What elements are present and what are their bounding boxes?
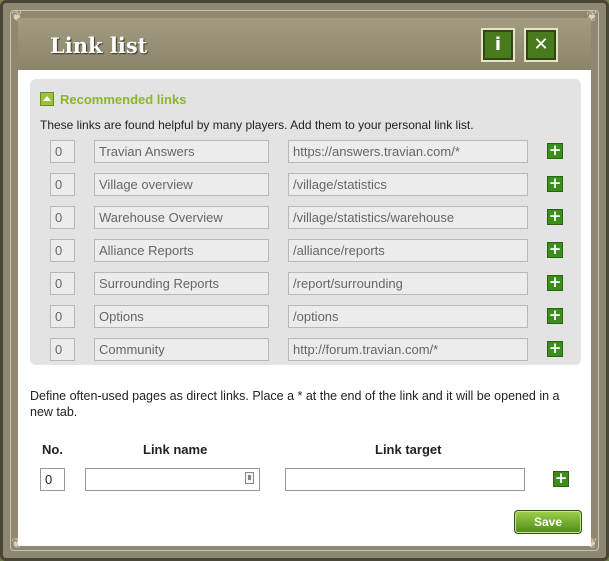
recommended-target-field: /options — [288, 305, 528, 328]
plus-icon[interactable]: + — [547, 242, 563, 258]
link-name-input[interactable] — [85, 468, 260, 491]
recommended-row: 0 Travian Answers https://answers.travia… — [30, 140, 581, 163]
recommended-no-field: 0 — [50, 173, 75, 196]
window-title: Link list — [50, 33, 148, 58]
plus-icon[interactable]: + — [547, 176, 563, 192]
recommended-row: 0 Alliance Reports /alliance/reports + — [30, 239, 581, 262]
custom-links-description: Define often-used pages as direct links.… — [30, 389, 560, 419]
recommended-name-field: Community — [94, 338, 269, 361]
recommended-row: 0 Community http://forum.travian.com/* + — [30, 338, 581, 361]
recommended-target-field: /village/statistics/warehouse — [288, 206, 528, 229]
recommended-no-field: 0 — [50, 272, 75, 295]
recommended-target-field: /village/statistics — [288, 173, 528, 196]
link-name-field-wrap — [85, 468, 260, 491]
recommended-target-field: /report/surrounding — [288, 272, 528, 295]
recommended-name-field: Surrounding Reports — [94, 272, 269, 295]
plus-icon[interactable]: + — [553, 471, 569, 487]
recommended-links-panel: Recommended links These links are found … — [30, 79, 581, 365]
recommended-name-field: Options — [94, 305, 269, 328]
recommended-name-field: Warehouse Overview — [94, 206, 269, 229]
recommended-no-field: 0 — [50, 338, 75, 361]
recommended-name-field: Alliance Reports — [94, 239, 269, 262]
info-icon[interactable]: i — [481, 28, 515, 62]
link-target-input[interactable] — [285, 468, 525, 491]
recommended-no-field: 0 — [50, 140, 75, 163]
column-header-link-name: Link name — [143, 442, 208, 457]
recommended-no-field: 0 — [50, 206, 75, 229]
collapse-arrow-icon[interactable] — [40, 92, 54, 106]
recommended-links-header[interactable]: Recommended links — [40, 91, 186, 107]
plus-icon[interactable]: + — [547, 209, 563, 225]
plus-icon[interactable]: + — [547, 143, 563, 159]
recommended-no-field: 0 — [50, 239, 75, 262]
link-list-content: Recommended links These links are found … — [18, 70, 591, 546]
plus-icon[interactable]: + — [547, 341, 563, 357]
recommended-name-field: Village overview — [94, 173, 269, 196]
plus-icon[interactable]: + — [547, 308, 563, 324]
recommended-row: 0 Warehouse Overview /village/statistics… — [30, 206, 581, 229]
save-button[interactable]: Save — [514, 510, 582, 534]
recommended-target-field: http://forum.travian.com/* — [288, 338, 528, 361]
recommended-row: 0 Options /options + — [30, 305, 581, 328]
column-header-no: No. — [42, 442, 63, 457]
plus-icon[interactable]: + — [547, 275, 563, 291]
recommended-target-field: https://answers.travian.com/* — [288, 140, 528, 163]
recommended-row: 0 Village overview /village/statistics + — [30, 173, 581, 196]
recommended-no-field: 0 — [50, 305, 75, 328]
link-picker-icon[interactable] — [245, 472, 254, 484]
close-icon[interactable]: ✕ — [524, 28, 558, 62]
recommended-links-title: Recommended links — [60, 91, 187, 107]
recommended-links-description: These links are found helpful by many pl… — [40, 118, 474, 132]
column-header-link-target: Link target — [375, 442, 442, 457]
recommended-row: 0 Surrounding Reports /report/surroundin… — [30, 272, 581, 295]
recommended-name-field: Travian Answers — [94, 140, 269, 163]
recommended-target-field: /alliance/reports — [288, 239, 528, 262]
link-no-input[interactable] — [40, 468, 65, 491]
